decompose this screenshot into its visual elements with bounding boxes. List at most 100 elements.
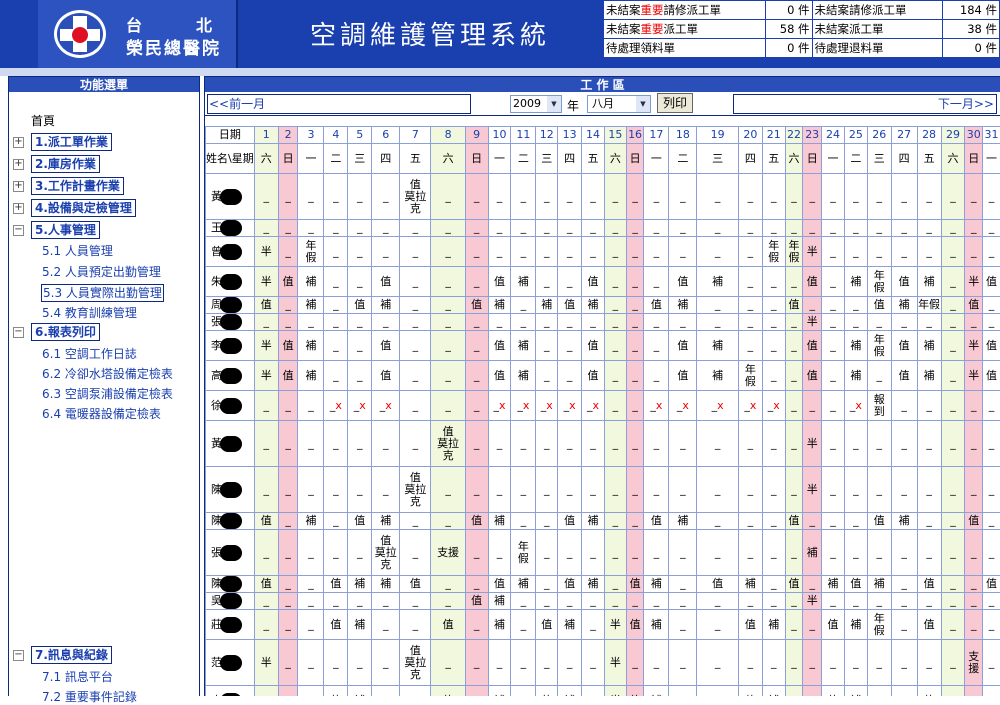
shift-cell[interactable]: _ — [298, 220, 324, 237]
shift-cell[interactable]: _x — [669, 391, 697, 421]
shift-cell[interactable]: _ — [867, 686, 891, 697]
shift-cell[interactable]: _ — [669, 237, 697, 267]
shift-cell[interactable]: _ — [400, 237, 431, 267]
shift-cell[interactable]: 補 — [511, 267, 536, 297]
print-button[interactable]: 列印 — [657, 93, 693, 113]
shift-cell[interactable]: _ — [400, 297, 431, 314]
shift-cell[interactable]: _ — [488, 467, 511, 513]
shift-cell[interactable]: 補 — [298, 361, 324, 391]
shift-cell[interactable]: _ — [400, 361, 431, 391]
shift-cell[interactable]: _ — [582, 467, 605, 513]
shift-cell[interactable]: 年假 — [762, 237, 785, 267]
shift-cell[interactable]: 補 — [644, 610, 669, 640]
shift-cell[interactable]: _ — [254, 220, 278, 237]
shift-cell[interactable]: _ — [558, 220, 582, 237]
shift-cell[interactable]: _ — [431, 593, 465, 610]
shift-cell[interactable]: 值 — [738, 610, 762, 640]
shift-cell[interactable]: _ — [431, 640, 465, 686]
shift-cell[interactable]: _ — [324, 421, 348, 467]
shift-cell[interactable]: _ — [762, 220, 785, 237]
shift-cell[interactable]: _ — [941, 237, 965, 267]
shift-cell[interactable]: _ — [372, 237, 400, 267]
shift-cell[interactable]: 補 — [558, 610, 582, 640]
shift-cell[interactable]: 值 — [582, 361, 605, 391]
shift-cell[interactable]: 值 — [372, 267, 400, 297]
shift-cell[interactable]: _ — [738, 331, 762, 361]
shift-cell[interactable]: 補 — [644, 576, 669, 593]
shift-cell[interactable]: 值 — [465, 593, 488, 610]
shift-cell[interactable]: 補 — [917, 361, 941, 391]
shift-cell[interactable]: _ — [324, 513, 348, 530]
shift-cell[interactable]: _ — [400, 530, 431, 576]
shift-cell[interactable]: _ — [762, 267, 785, 297]
shift-cell[interactable]: _ — [536, 467, 558, 513]
shift-cell[interactable]: _ — [626, 530, 644, 576]
shift-cell[interactable]: _ — [697, 640, 739, 686]
shift-cell[interactable]: _ — [604, 267, 626, 297]
shift-cell[interactable]: _ — [536, 237, 558, 267]
shift-cell[interactable]: _ — [278, 467, 298, 513]
shift-cell[interactable]: _ — [644, 640, 669, 686]
shift-cell[interactable]: 值 — [917, 576, 941, 593]
shift-cell[interactable]: 值 — [372, 361, 400, 391]
shift-cell[interactable]: _ — [400, 610, 431, 640]
shift-cell[interactable]: _ — [738, 174, 762, 220]
shift-cell[interactable]: _ — [867, 220, 891, 237]
shift-cell[interactable]: _ — [582, 640, 605, 686]
shift-cell[interactable]: _ — [348, 331, 372, 361]
shift-cell[interactable]: 值 — [254, 297, 278, 314]
shift-cell[interactable]: _ — [465, 267, 488, 297]
shift-cell[interactable]: _ — [941, 576, 965, 593]
shift-cell[interactable]: _ — [400, 331, 431, 361]
shift-cell[interactable]: _ — [822, 174, 845, 220]
shift-cell[interactable]: _ — [372, 686, 400, 697]
shift-cell[interactable]: _ — [785, 421, 803, 467]
shift-cell[interactable]: _x — [582, 391, 605, 421]
shift-cell[interactable]: _ — [604, 314, 626, 331]
shift-cell[interactable]: _x — [644, 391, 669, 421]
shift-cell[interactable]: _ — [941, 640, 965, 686]
shift-cell[interactable]: _ — [867, 314, 891, 331]
shift-cell[interactable]: _ — [324, 467, 348, 513]
shift-cell[interactable]: _x — [762, 391, 785, 421]
shift-cell[interactable]: _ — [298, 530, 324, 576]
shift-cell[interactable]: _ — [536, 421, 558, 467]
shift-cell[interactable]: _ — [803, 610, 822, 640]
shift-cell[interactable]: _ — [372, 421, 400, 467]
shift-cell[interactable]: 值 — [431, 610, 465, 640]
shift-cell[interactable]: _ — [917, 421, 941, 467]
shift-cell[interactable]: 補 — [372, 297, 400, 314]
shift-cell[interactable]: _ — [965, 610, 983, 640]
shift-cell[interactable]: _ — [536, 361, 558, 391]
shift-cell[interactable]: _ — [844, 297, 867, 314]
shift-cell[interactable]: _ — [983, 297, 1000, 314]
shift-cell[interactable]: _ — [844, 530, 867, 576]
expand-icon[interactable]: + — [13, 181, 24, 192]
shift-cell[interactable]: 年假 — [298, 237, 324, 267]
shift-cell[interactable]: _ — [669, 610, 697, 640]
shift-cell[interactable]: _ — [697, 686, 739, 697]
shift-cell[interactable]: _ — [697, 593, 739, 610]
shift-cell[interactable]: 值 — [558, 297, 582, 314]
shift-cell[interactable]: _ — [983, 686, 1000, 697]
shift-cell[interactable]: _ — [697, 513, 739, 530]
shift-cell[interactable]: _ — [965, 530, 983, 576]
menu-home-link[interactable]: 首頁 — [31, 112, 55, 129]
shift-cell[interactable]: _ — [738, 267, 762, 297]
shift-cell[interactable]: _ — [669, 314, 697, 331]
shift-cell[interactable]: _ — [762, 640, 785, 686]
menu-subitem[interactable]: 6.2 冷卻水塔設備定檢表 — [41, 366, 174, 382]
shift-cell[interactable]: _ — [465, 220, 488, 237]
shift-cell[interactable]: 值 — [324, 610, 348, 640]
shift-cell[interactable]: _ — [431, 267, 465, 297]
shift-cell[interactable]: 補 — [844, 686, 867, 697]
shift-cell[interactable]: _ — [891, 467, 917, 513]
shift-cell[interactable]: 支援 — [431, 530, 465, 576]
shift-cell[interactable]: _ — [983, 610, 1000, 640]
shift-cell[interactable]: _ — [604, 530, 626, 576]
shift-cell[interactable]: _x — [324, 391, 348, 421]
shift-cell[interactable]: _ — [558, 331, 582, 361]
shift-cell[interactable]: _ — [604, 513, 626, 530]
shift-cell[interactable]: 值 — [644, 513, 669, 530]
shift-cell[interactable]: 補 — [644, 686, 669, 697]
